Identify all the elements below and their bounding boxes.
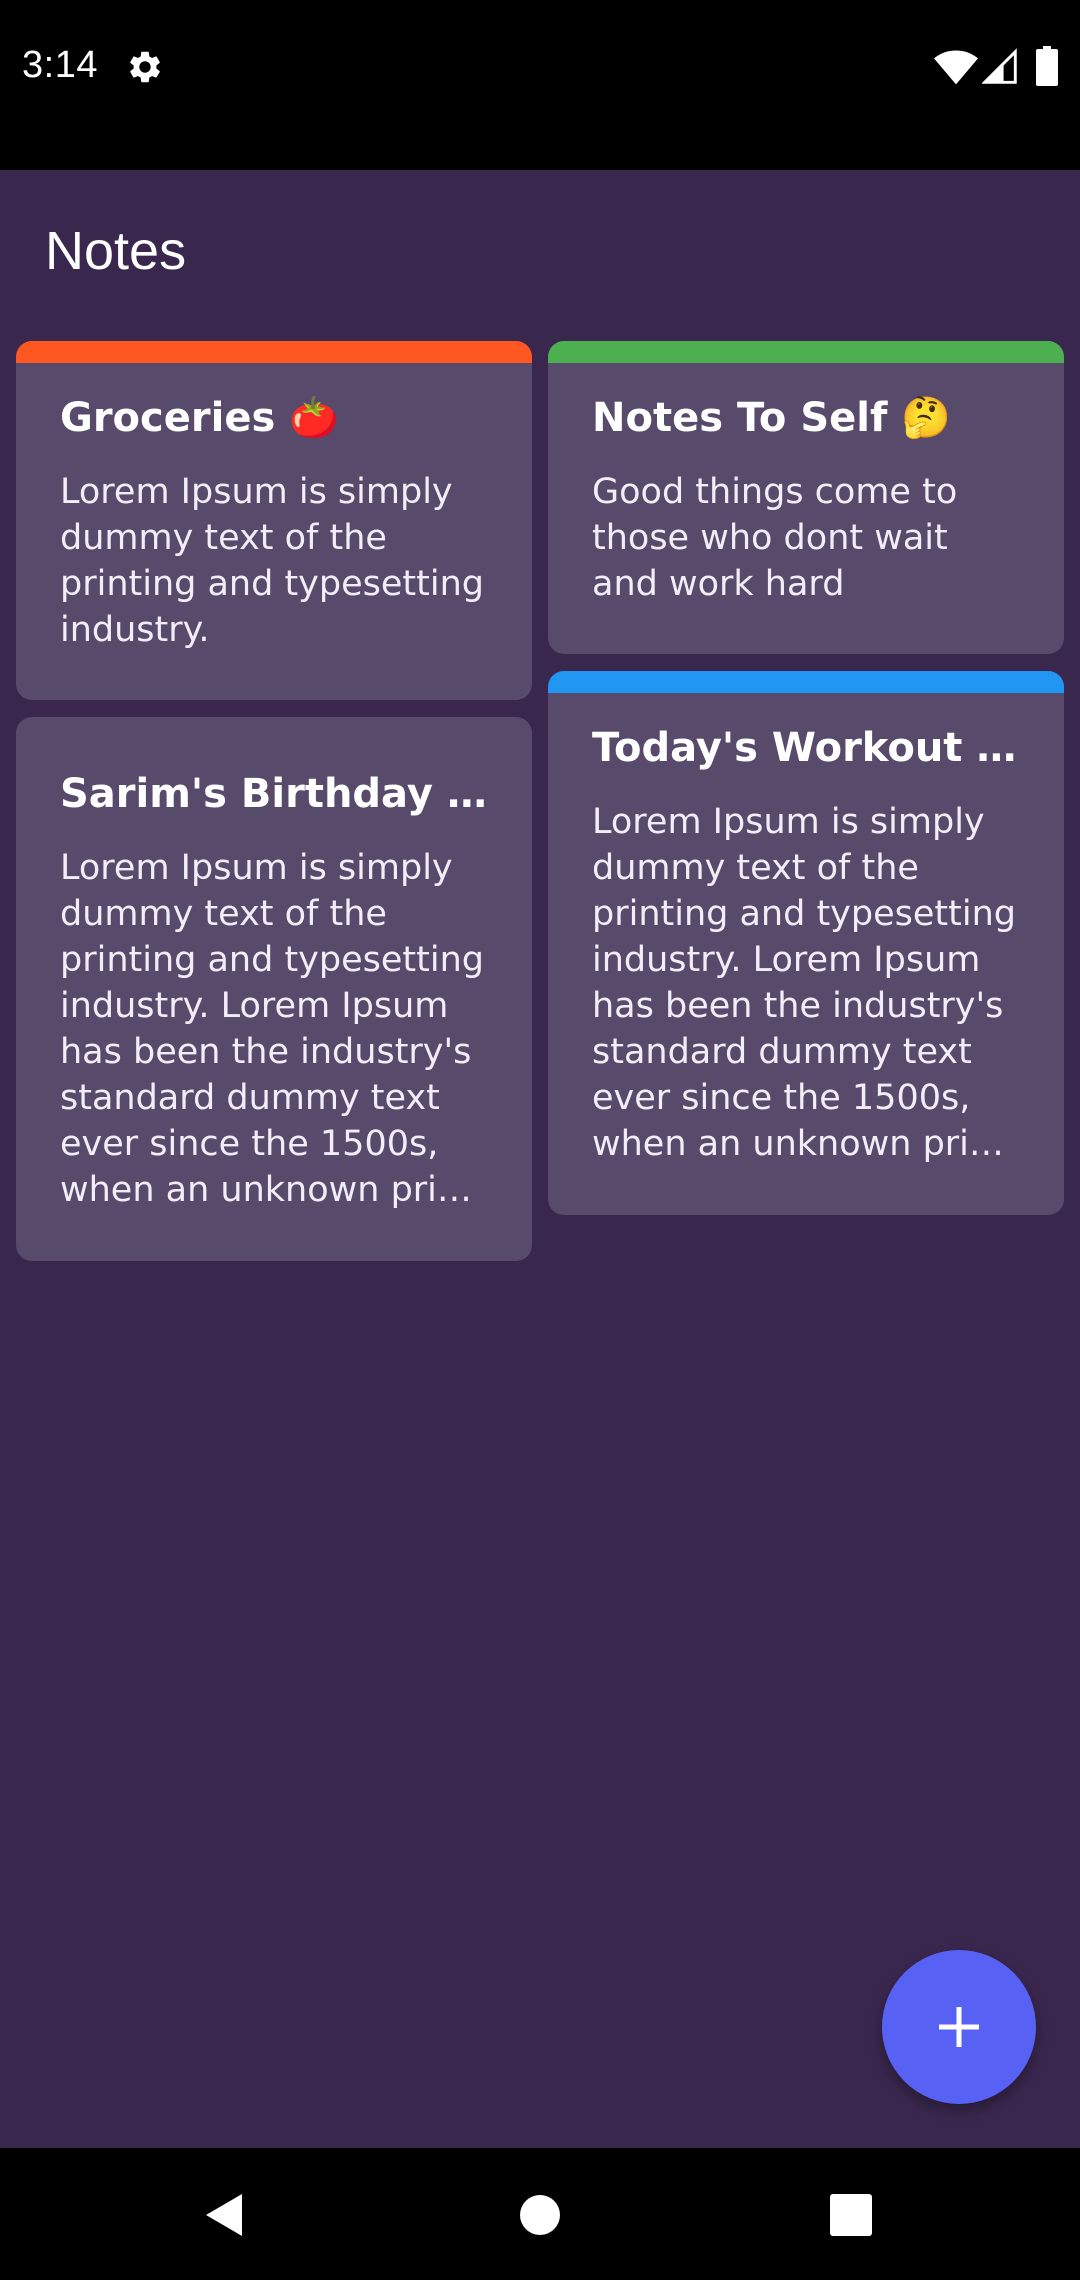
note-body: Good things come to those who dont wait … <box>592 472 958 604</box>
gear-icon <box>130 51 160 83</box>
note-card-workout[interactable]: Today's Workout 💪 Lorem Ipsum is simply … <box>548 671 1064 1215</box>
note-card-notes-to-self[interactable]: Notes To Self 🤔 Good things come to thos… <box>548 341 1064 654</box>
add-note-button[interactable] <box>882 1950 1036 2104</box>
plus-icon <box>939 2007 979 2047</box>
home-icon[interactable] <box>515 2190 565 2240</box>
system-nav-bar <box>0 2148 1080 2280</box>
note-title: Today's Workout 💪 <box>592 725 1020 771</box>
note-accent-bar <box>548 341 1064 363</box>
recents-icon[interactable] <box>826 2190 876 2240</box>
note-title: Groceries 🍅 <box>60 395 339 441</box>
notes-screen[interactable]: Notes Groceries 🍅 Lorem Ipsum is simply … <box>0 170 1080 2148</box>
status-time: 3:14 <box>22 44 98 86</box>
note-body: Lorem Ipsum is simply dummy text of the … <box>60 848 484 1210</box>
back-icon[interactable] <box>200 2190 250 2240</box>
page-title: Notes <box>45 221 187 281</box>
note-accent-bar <box>548 671 1064 693</box>
note-title: Notes To Self 🤔 <box>592 395 952 441</box>
battery-icon <box>1036 46 1058 86</box>
note-card-birthday[interactable]: Sarim's Birthday P… Lorem Ipsum is simpl… <box>16 717 532 1261</box>
note-title: Sarim's Birthday P… <box>60 771 488 817</box>
note-body: Lorem Ipsum is simply dummy text of the … <box>592 802 1016 1164</box>
status-bar: 3:14 <box>0 0 1080 170</box>
signal-icon <box>982 48 1017 84</box>
note-accent-bar <box>16 341 532 363</box>
note-card-groceries[interactable]: Groceries 🍅 Lorem Ipsum is simply dummy … <box>16 341 532 700</box>
wifi-icon <box>934 50 978 85</box>
note-body: Lorem Ipsum is simply dummy text of the … <box>60 472 484 650</box>
